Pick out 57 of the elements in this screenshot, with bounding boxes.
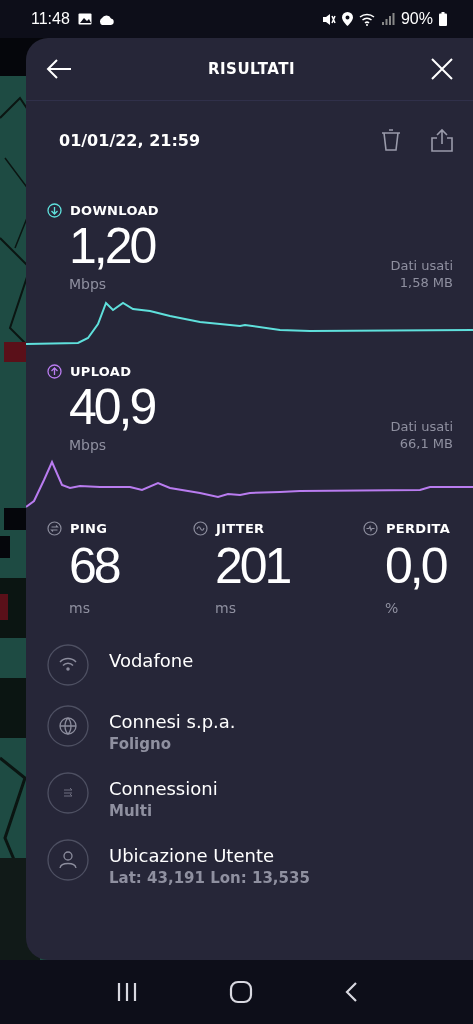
wifi-icon [358, 12, 376, 26]
detail-subtitle: Multi [109, 802, 154, 820]
speed-label: UPLOAD [70, 364, 132, 379]
close-button[interactable] [429, 56, 455, 82]
share-button[interactable] [429, 126, 455, 154]
battery-level: 90% [400, 10, 433, 28]
speed-value: 1,20 [69, 218, 155, 274]
gallery-icon [77, 13, 92, 25]
stat-value: 0,0 [385, 537, 446, 596]
signal-icon [381, 13, 395, 25]
stat-value: 68 [69, 537, 119, 596]
stat-unit: ms [69, 600, 90, 616]
detail-title: Connessioni [109, 778, 218, 799]
person-icon [47, 839, 89, 881]
back-button[interactable] [44, 57, 74, 81]
stat-label: JITTER [216, 521, 265, 536]
screen-title: RISULTATI [208, 60, 295, 78]
data-used-value: 1,58 MB [399, 275, 453, 290]
download-arrow-icon [47, 203, 62, 218]
close-icon [431, 58, 453, 80]
data-used-value: 66,1 MB [399, 436, 453, 451]
back-arrow-icon [46, 59, 72, 79]
globe-icon [47, 705, 89, 747]
speed-value: 40,9 [69, 379, 155, 435]
wifi-icon [47, 644, 89, 686]
location-icon [341, 12, 353, 26]
stat-label: PING [70, 521, 108, 536]
status-time: 11:48 [31, 10, 70, 28]
stat-label: PERDITA [386, 521, 451, 536]
mute-icon [321, 12, 336, 26]
detail-subtitle: Foligno [109, 735, 172, 753]
speed-label: DOWNLOAD [70, 203, 159, 218]
upload-arrow-icon [47, 364, 62, 379]
arrows-icon [47, 772, 89, 814]
jitter-icon [193, 521, 208, 536]
delete-button[interactable] [379, 127, 403, 153]
speed-unit: Mbps [69, 276, 108, 292]
data-used-label: Dati usati [390, 419, 453, 434]
speed-unit: Mbps [69, 437, 108, 453]
detail-title: Connesi s.p.a. [109, 711, 236, 732]
share-icon [431, 128, 453, 152]
loss-icon [363, 521, 378, 536]
stat-unit: % [385, 600, 399, 616]
cloud-icon [97, 13, 114, 25]
recents-icon[interactable] [115, 982, 138, 1002]
detail-title: Vodafone [109, 650, 194, 671]
ping-icon [47, 521, 62, 536]
stat-value: 201 [215, 537, 290, 596]
detail-title: Ubicazione Utente [109, 845, 276, 866]
data-used-label: Dati usati [390, 258, 453, 273]
test-date: 01/01/22, 21:59 [59, 130, 201, 150]
home-icon[interactable] [228, 980, 253, 1004]
battery-icon [439, 12, 447, 26]
detail-subtitle: Lat: 43,191 Lon: 13,535 [109, 869, 310, 887]
trash-icon [381, 129, 401, 151]
back-icon[interactable] [343, 981, 358, 1003]
stat-unit: ms [215, 600, 236, 616]
